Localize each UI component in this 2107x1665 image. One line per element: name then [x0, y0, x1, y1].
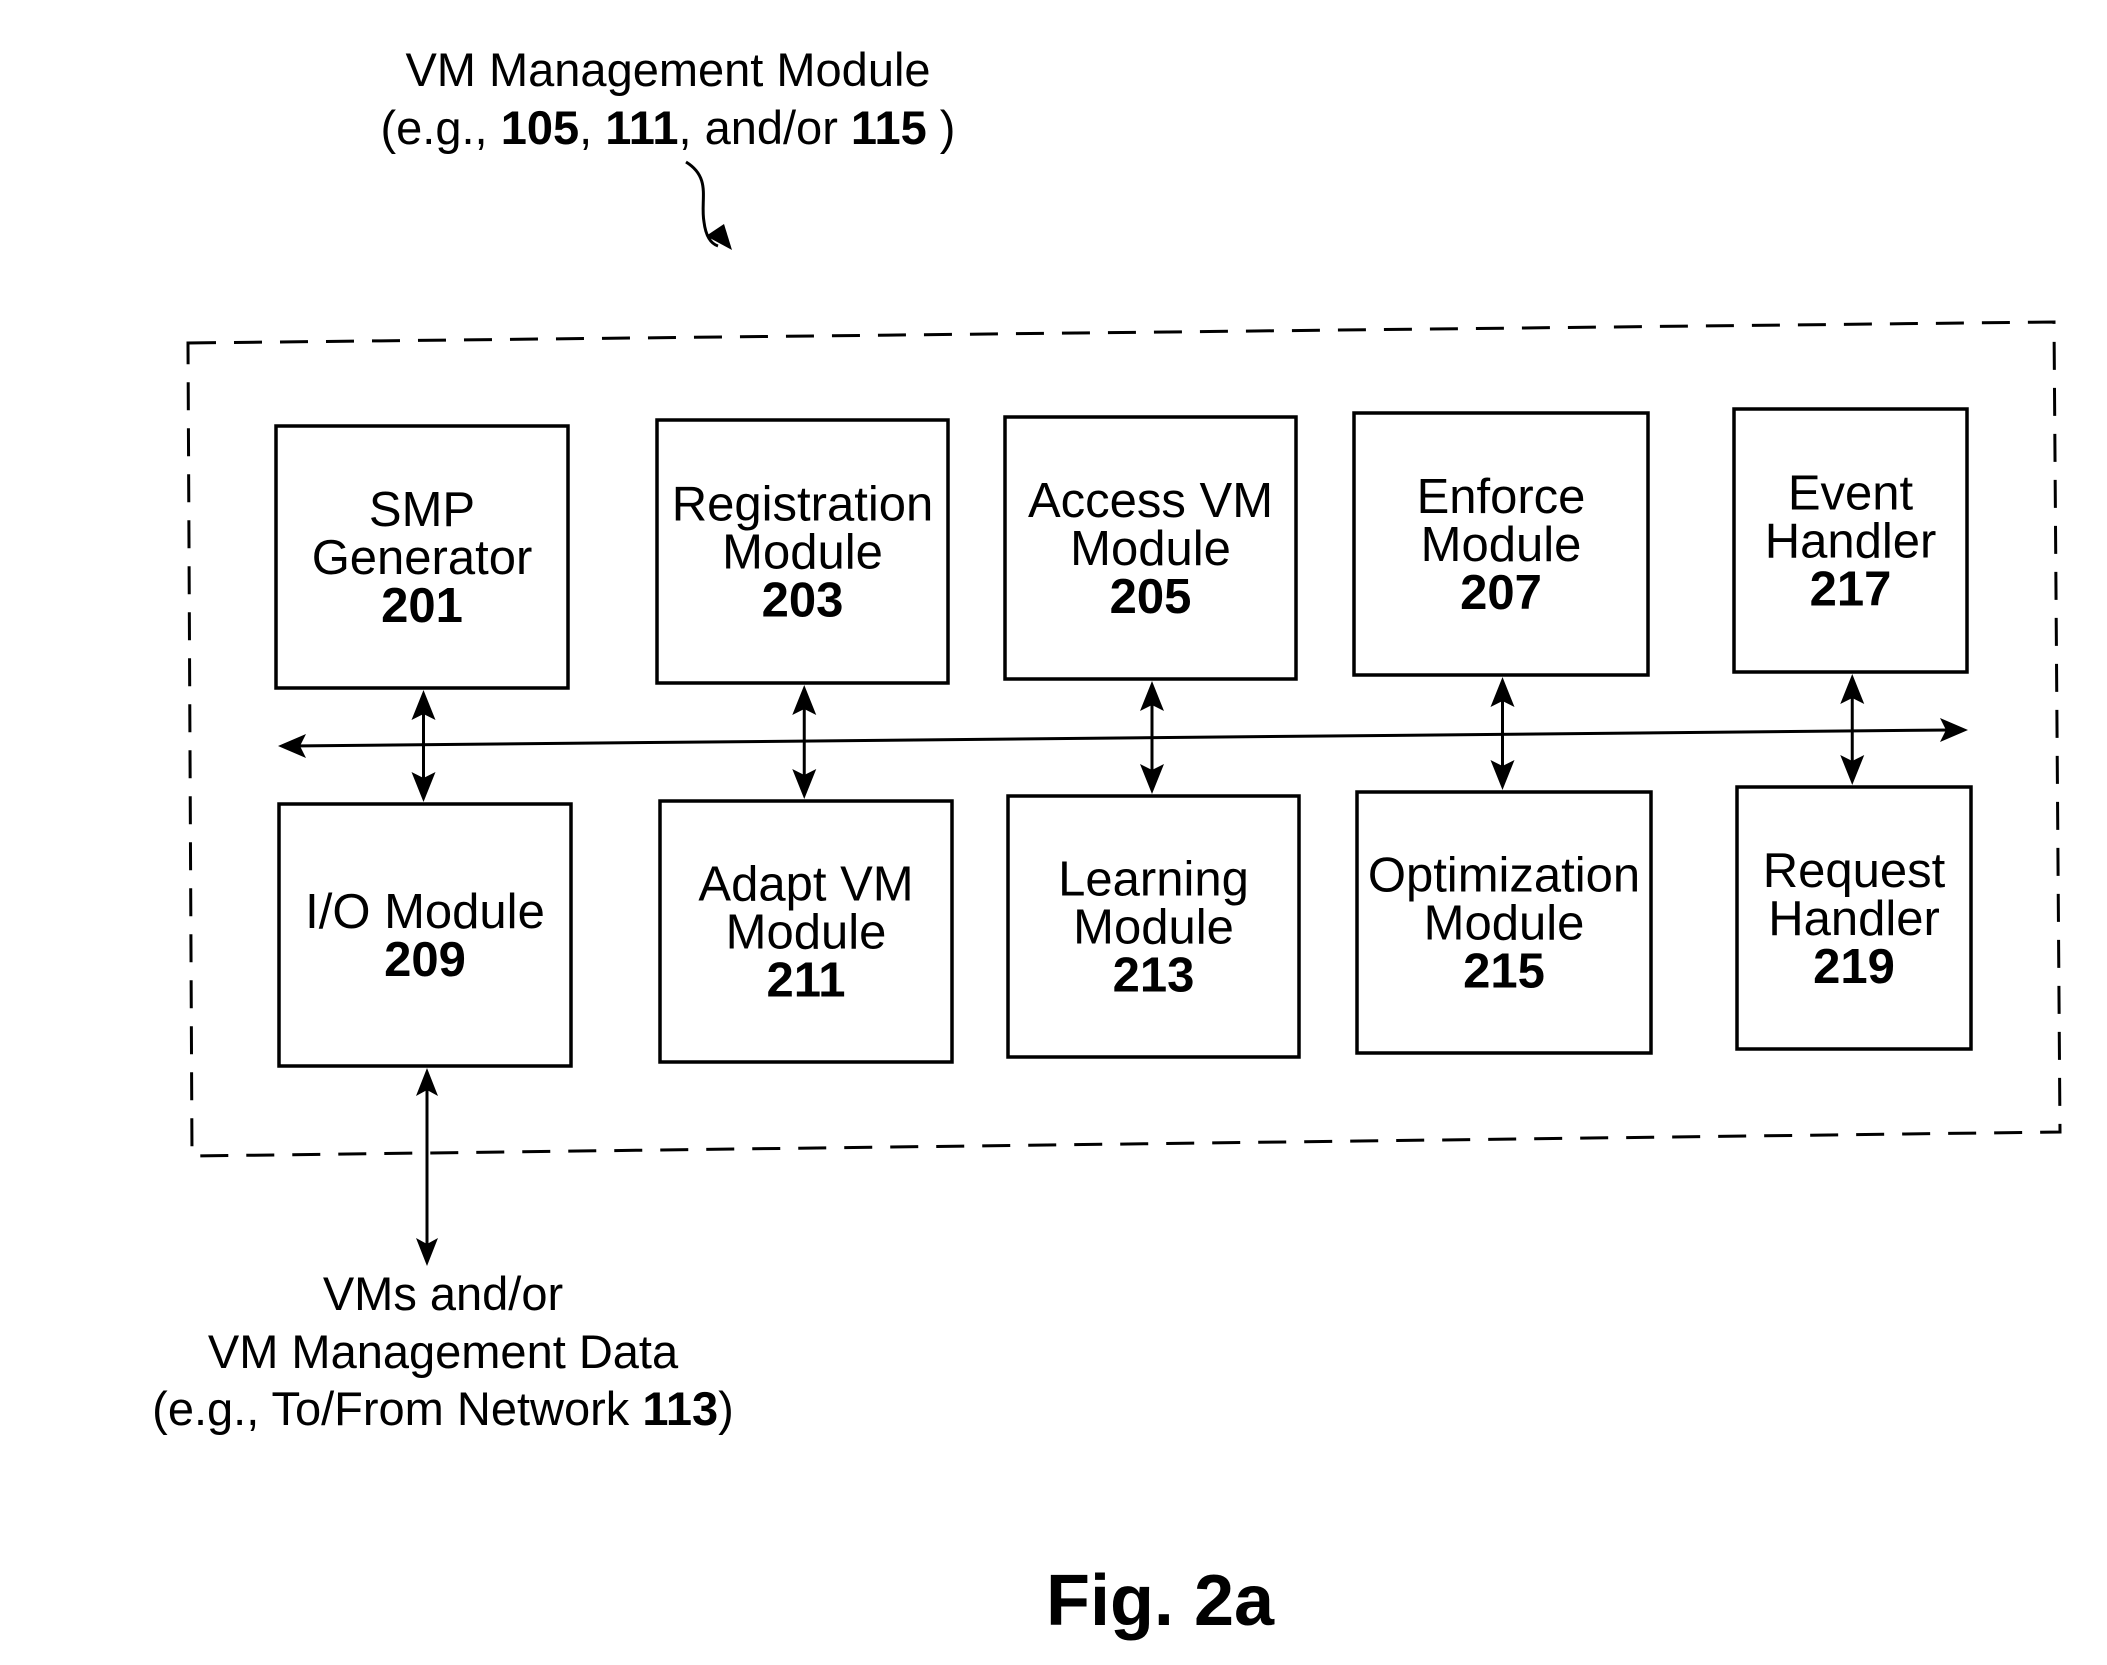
module-title: VM Management Module	[405, 43, 930, 96]
module-name-line: Generator	[312, 531, 533, 585]
text-run: 115	[851, 101, 927, 154]
module-box-219: RequestHandler219	[1735, 785, 1973, 1051]
module-name-line: Module	[1070, 522, 1231, 576]
module-box-205: Access VMModule205	[1003, 415, 1298, 681]
text-run: (e.g., To/From Network	[152, 1382, 642, 1435]
module-reference-subtitle: (e.g., 105, 111, and/or 115 )	[381, 101, 956, 154]
module-name-line: Registration	[672, 478, 933, 532]
module-box-217: EventHandler217	[1732, 407, 1969, 674]
module-reference-number: 203	[762, 574, 844, 628]
external-label-line2: VM Management Data	[208, 1325, 679, 1378]
module-name-line: Handler	[1765, 515, 1937, 569]
text-run: , and/or	[678, 101, 850, 154]
module-box-209: I/O Module209	[277, 802, 573, 1068]
external-label-line1: VMs and/or	[323, 1267, 563, 1320]
figure-label: Fig. 2a	[1046, 1561, 1275, 1641]
module-box-215: OptimizationModule215	[1355, 790, 1653, 1055]
module-name-line: Module	[722, 526, 883, 580]
module-box-211: Adapt VMModule211	[658, 799, 954, 1064]
module-reference-number: 213	[1113, 949, 1195, 1003]
text-run: )	[718, 1382, 734, 1435]
module-name-line: Module	[726, 906, 887, 960]
module-name-line: Learning	[1058, 853, 1249, 907]
module-name-line: Module	[1073, 901, 1234, 955]
reference-pointer-arrow	[685, 160, 732, 250]
module-name-line: Module	[1424, 897, 1585, 951]
external-label-line3: (e.g., To/From Network 113)	[152, 1382, 734, 1435]
module-reference-number: 201	[381, 579, 463, 633]
text-run: (e.g.,	[381, 101, 501, 154]
module-name-line: I/O Module	[305, 885, 545, 939]
module-name-line: Event	[1788, 467, 1914, 521]
text-run: ,	[579, 101, 605, 154]
module-box-203: RegistrationModule203	[655, 418, 950, 685]
text-run: 111	[605, 101, 678, 154]
module-reference-number: 219	[1813, 940, 1895, 994]
module-name-line: Optimization	[1368, 849, 1640, 903]
module-box-213: LearningModule213	[1006, 794, 1301, 1059]
external-io-connector	[416, 1068, 438, 1266]
module-reference-number: 217	[1810, 563, 1892, 617]
module-name-line: Handler	[1768, 892, 1940, 946]
module-box-207: EnforceModule207	[1352, 411, 1650, 677]
module-reference-number: 209	[384, 933, 466, 987]
communication-bus	[278, 718, 1968, 758]
module-name-line: Enforce	[1417, 470, 1586, 524]
module-name-line: Access VM	[1028, 474, 1273, 528]
module-name-line: SMP	[369, 483, 475, 537]
module-reference-number: 207	[1460, 566, 1542, 620]
module-name-line: Adapt VM	[698, 858, 913, 912]
block-diagram: VM Management Module (e.g., 105, 111, an…	[152, 43, 2062, 1641]
module-reference-number: 211	[766, 954, 845, 1008]
text-run: )	[927, 101, 956, 154]
module-reference-number: 215	[1463, 945, 1545, 999]
module-name-line: Request	[1763, 844, 1946, 898]
text-run: 113	[642, 1382, 718, 1435]
module-reference-number: 205	[1110, 570, 1192, 624]
text-run: 105	[501, 101, 579, 154]
module-box-201: SMPGenerator201	[274, 424, 570, 690]
module-name-line: Module	[1421, 518, 1582, 572]
